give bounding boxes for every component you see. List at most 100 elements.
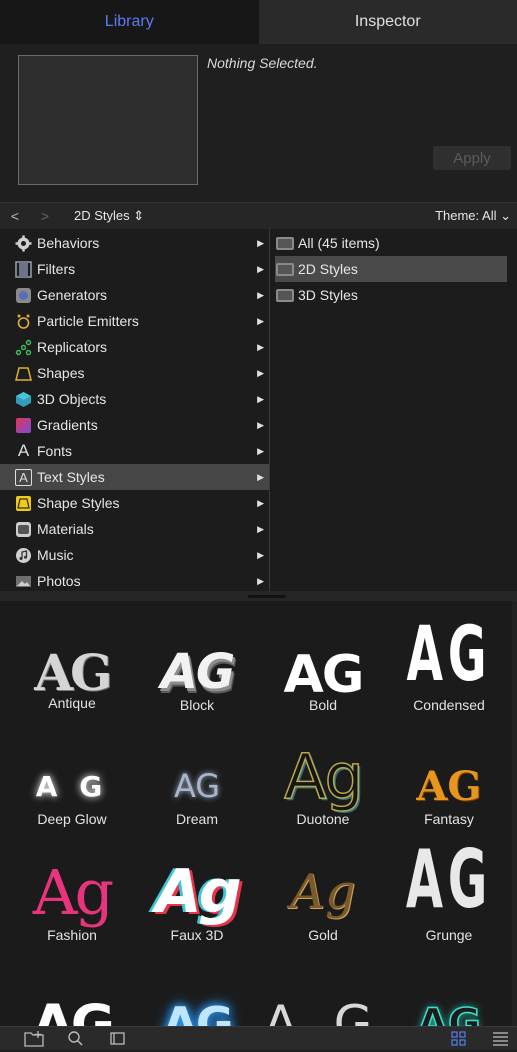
style-tile-faux-3d[interactable]: Ag Faux 3D xyxy=(137,847,257,961)
sidebar-item-materials[interactable]: Materials ▶ xyxy=(0,516,269,542)
gear-icon xyxy=(15,235,32,252)
sidebar-item-gradients[interactable]: Gradients ▶ xyxy=(0,412,269,438)
sidebar-item-shape-styles[interactable]: Shape Styles ▶ xyxy=(0,490,269,516)
folder-item-3d-styles[interactable]: 3D Styles xyxy=(275,282,507,308)
library-browser: Behaviors ▶ Filters ▶ Generators ▶ Parti… xyxy=(0,229,517,591)
search-icon[interactable] xyxy=(67,1030,85,1046)
sidebar-item-replicators[interactable]: Replicators ▶ xyxy=(0,334,269,360)
disclosure-arrow-icon: ▶ xyxy=(257,342,264,353)
music-icon xyxy=(15,547,32,564)
disclosure-arrow-icon: ▶ xyxy=(257,420,264,431)
disclosure-arrow-icon: ▶ xyxy=(257,368,264,379)
material-icon xyxy=(15,521,32,538)
disclosure-arrow-icon: ▶ xyxy=(257,238,264,249)
style-grid: AG Antique AG Block AG Bold AG Condensed… xyxy=(0,601,517,1026)
sidebar-item-label: Text Styles xyxy=(37,469,105,485)
style-tile-duotone[interactable]: Ag Duotone xyxy=(263,731,383,845)
style-tile-condensed[interactable]: AG Condensed xyxy=(389,615,509,729)
sidebar-item-music[interactable]: Music ▶ xyxy=(0,542,269,568)
style-preview: Ag xyxy=(263,847,383,937)
sidebar-item-label: Fonts xyxy=(37,443,72,459)
style-tile-row4-1[interactable]: AG xyxy=(12,979,132,1026)
sidebar-item-label: Photos xyxy=(37,573,81,589)
folder-item-all[interactable]: All (45 items) xyxy=(275,230,507,256)
replicator-icon xyxy=(15,339,32,356)
bottom-toolbar xyxy=(0,1026,517,1050)
generator-icon xyxy=(15,287,32,304)
style-preview: AG xyxy=(412,615,486,691)
cube-icon xyxy=(15,391,32,408)
disclosure-arrow-icon: ▶ xyxy=(257,264,264,275)
sidebar-item-filters[interactable]: Filters ▶ xyxy=(0,256,269,282)
style-tile-row4-2[interactable]: AG xyxy=(137,979,257,1026)
tab-inspector[interactable]: Inspector xyxy=(259,0,517,44)
folder-item-label: 2D Styles xyxy=(298,261,358,277)
font-icon: A xyxy=(15,443,32,460)
shape-icon xyxy=(15,365,32,382)
disclosure-arrow-icon: ▶ xyxy=(257,576,264,587)
forward-button[interactable]: > xyxy=(30,208,60,224)
disclosure-arrow-icon: ▶ xyxy=(257,498,264,509)
style-label: Gold xyxy=(263,927,383,943)
style-tile-gold[interactable]: Ag Gold xyxy=(263,847,383,961)
style-tile-antique[interactable]: AG Antique xyxy=(12,627,132,741)
sidebar-item-text-styles[interactable]: A Text Styles ▶ xyxy=(0,464,269,490)
style-label: Antique xyxy=(12,695,132,711)
style-label: Bold xyxy=(263,697,383,713)
style-preview: AG xyxy=(137,979,257,1026)
folder-item-label: 3D Styles xyxy=(298,287,358,303)
sidebar-item-label: Materials xyxy=(37,521,94,537)
preview-icon[interactable] xyxy=(109,1030,127,1046)
list-view-icon[interactable] xyxy=(492,1030,510,1046)
disclosure-arrow-icon: ▶ xyxy=(257,524,264,535)
disclosure-arrow-icon: ▶ xyxy=(257,290,264,301)
sidebar-item-label: Music xyxy=(37,547,74,563)
pane-splitter[interactable] xyxy=(0,591,517,601)
sidebar-item-behaviors[interactable]: Behaviors ▶ xyxy=(0,230,269,256)
style-tile-grunge[interactable]: AG Grunge xyxy=(389,837,509,951)
photo-icon xyxy=(15,573,32,590)
folder-icon xyxy=(276,289,294,302)
sidebar-item-label: Shapes xyxy=(37,365,84,381)
style-tile-dream[interactable]: AG Dream xyxy=(137,741,257,855)
filmstrip-icon xyxy=(15,261,32,278)
style-tile-row4-3[interactable]: A G xyxy=(263,979,383,1026)
sidebar-item-label: Gradients xyxy=(37,417,98,433)
grid-view-icon[interactable] xyxy=(450,1030,468,1046)
sidebar-item-generators[interactable]: Generators ▶ xyxy=(0,282,269,308)
grid-scrollbar[interactable] xyxy=(512,601,517,1026)
folder-item-label: All (45 items) xyxy=(298,235,380,251)
apply-button[interactable]: Apply xyxy=(433,146,511,170)
back-button[interactable]: < xyxy=(0,208,30,224)
style-label: Block xyxy=(137,697,257,713)
folder-icon xyxy=(276,237,294,250)
splitter-grip[interactable] xyxy=(248,595,286,598)
style-tile-row4-4[interactable]: AG xyxy=(389,979,509,1026)
style-tile-fashion[interactable]: Ag Fashion xyxy=(12,847,132,961)
preview-thumbnail xyxy=(18,55,198,185)
style-label: Dream xyxy=(137,811,257,827)
style-label: Fantasy xyxy=(389,811,509,827)
sidebar-item-3d-objects[interactable]: 3D Objects ▶ xyxy=(0,386,269,412)
folder-list: All (45 items) 2D Styles 3D Styles xyxy=(270,229,517,591)
sidebar-item-particle-emitters[interactable]: Particle Emitters ▶ xyxy=(0,308,269,334)
disclosure-arrow-icon: ▶ xyxy=(257,394,264,405)
particle-emitter-icon xyxy=(15,313,32,330)
style-label: Grunge xyxy=(389,927,509,943)
path-popup[interactable]: 2D Styles ⇕ xyxy=(74,208,144,224)
sidebar-item-shapes[interactable]: Shapes ▶ xyxy=(0,360,269,386)
style-tile-block[interactable]: AG Block xyxy=(137,627,257,741)
tab-library[interactable]: Library xyxy=(0,0,259,44)
sidebar-item-fonts[interactable]: A Fonts ▶ xyxy=(0,438,269,464)
disclosure-arrow-icon: ▶ xyxy=(257,550,264,561)
style-label: Duotone xyxy=(263,811,383,827)
folder-item-2d-styles[interactable]: 2D Styles xyxy=(275,256,507,282)
sidebar-item-label: 3D Objects xyxy=(37,391,106,407)
style-tile-deep-glow[interactable]: A G Deep Glow xyxy=(12,741,132,855)
category-list: Behaviors ▶ Filters ▶ Generators ▶ Parti… xyxy=(0,229,270,591)
gradient-icon xyxy=(15,417,32,434)
shape-style-icon xyxy=(15,495,32,512)
style-tile-bold[interactable]: AG Bold xyxy=(263,627,383,741)
new-folder-icon[interactable] xyxy=(24,1030,42,1046)
theme-popup[interactable]: Theme: All ⌄ xyxy=(435,208,511,224)
